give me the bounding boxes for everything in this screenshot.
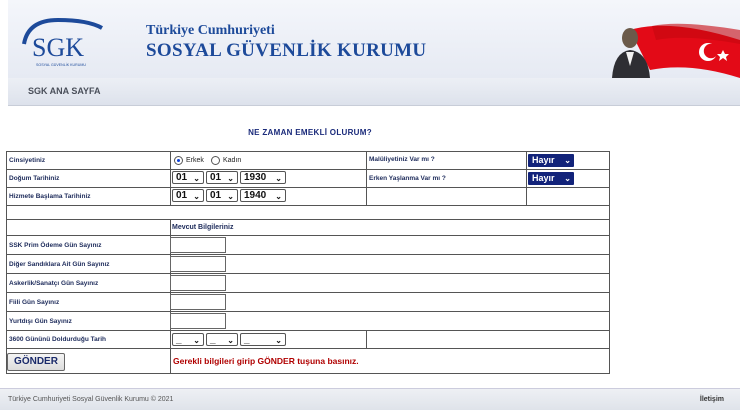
birth-year-select[interactable]: 1930 ⌄ xyxy=(240,171,286,184)
field-label: Yurtdışı Gün Sayınız xyxy=(9,318,72,325)
completion-year-value: _ xyxy=(244,334,250,345)
cell xyxy=(170,311,610,330)
portrait-and-flag-banner xyxy=(612,23,740,78)
cell xyxy=(6,219,170,235)
gender-label: Cinsiyetiniz xyxy=(9,157,46,164)
brand-country: Türkiye Cumhuriyeti xyxy=(146,23,275,38)
chevron-down-icon: ⌄ xyxy=(275,336,282,345)
ssk-premium-days-input[interactable] xyxy=(170,237,226,253)
completion-month-value: _ xyxy=(210,334,216,345)
start-month-select[interactable]: 01 ⌄ xyxy=(206,189,238,202)
service-start-label: Hizmete Başlama Tarihiniz xyxy=(9,193,91,200)
completion-day-value: _ xyxy=(176,334,182,345)
completion-month-select[interactable]: _ ⌄ xyxy=(206,333,238,346)
cell xyxy=(170,292,610,311)
start-day-select[interactable]: 01 ⌄ xyxy=(172,189,204,202)
chevron-down-icon: ⌄ xyxy=(564,156,571,165)
footer-contact-link[interactable]: İletişim xyxy=(700,396,724,403)
chevron-down-icon: ⌄ xyxy=(227,192,234,201)
birth-month-select[interactable]: 01 ⌄ xyxy=(206,171,238,184)
actual-days-input[interactable] xyxy=(170,294,226,310)
section-header: Mevcut Bilgileriniz xyxy=(172,224,234,231)
nav-home-link[interactable]: SGK ANA SAYFA xyxy=(28,86,101,96)
early-aging-label: Erken Yaşlanma Var mı ? xyxy=(369,175,446,182)
gender-male-label: Erkek xyxy=(186,157,204,164)
cell xyxy=(170,254,610,273)
chevron-down-icon: ⌄ xyxy=(275,174,282,183)
chevron-down-icon: ⌄ xyxy=(193,336,200,345)
cell xyxy=(170,273,610,292)
cell xyxy=(526,187,610,205)
other-funds-days-input[interactable] xyxy=(170,256,226,272)
gender-male-radio[interactable] xyxy=(174,156,183,165)
birth-day-value: 01 xyxy=(176,172,188,183)
cell xyxy=(170,219,610,235)
brand-institution: SOSYAL GÜVENLİK KURUMU xyxy=(146,40,427,61)
completion-year-select[interactable]: _ ⌄ xyxy=(240,333,286,346)
sgk-logo[interactable]: SGK SOSYAL GÜVENLİK KURUMU xyxy=(18,14,128,70)
footer-copyright: Türkiye Cumhuriyeti Sosyal Güvenlik Kuru… xyxy=(8,396,174,403)
disability-select[interactable]: Hayır ⌄ xyxy=(528,154,574,167)
chevron-down-icon: ⌄ xyxy=(193,192,200,201)
form-title: NE ZAMAN EMEKLİ OLURUM? xyxy=(248,128,372,137)
top-nav: SGK ANA SAYFA xyxy=(8,78,740,106)
cell xyxy=(366,187,526,205)
gender-female-label: Kadın xyxy=(223,157,242,164)
disability-label: Malüliyetiniz Var mı ? xyxy=(369,156,435,163)
completion-day-select[interactable]: _ ⌄ xyxy=(172,333,204,346)
field-label: SSK Prim Ödeme Gün Sayınız xyxy=(9,242,102,249)
start-year-value: 1940 xyxy=(244,190,267,201)
site-header: SGK SOSYAL GÜVENLİK KURUMU Türkiye Cumhu… xyxy=(8,0,740,78)
chevron-down-icon: ⌄ xyxy=(275,192,282,201)
logo-text: SGK xyxy=(32,33,84,62)
field-label: Diğer Sandıklara Ait Gün Sayınız xyxy=(9,261,110,268)
birth-day-select[interactable]: 01 ⌄ xyxy=(172,171,204,184)
early-aging-value: Hayır xyxy=(532,173,555,183)
early-aging-select[interactable]: Hayır ⌄ xyxy=(528,172,574,185)
cell xyxy=(6,205,610,219)
cell xyxy=(366,330,610,348)
logo-subtext: SOSYAL GÜVENLİK KURUMU xyxy=(36,62,86,67)
birth-year-value: 1930 xyxy=(244,172,267,183)
abroad-days-input[interactable] xyxy=(170,313,226,329)
start-year-select[interactable]: 1940 ⌄ xyxy=(240,189,286,202)
chevron-down-icon: ⌄ xyxy=(564,174,571,183)
site-footer: Türkiye Cumhuriyeti Sosyal Güvenlik Kuru… xyxy=(0,388,740,410)
submit-button[interactable]: GÖNDER xyxy=(7,353,65,371)
gender-female-radio[interactable] xyxy=(211,156,220,165)
instruction-text: Gerekli bilgileri girip GÖNDER tuşuna ba… xyxy=(173,356,359,366)
start-month-value: 01 xyxy=(210,190,222,201)
birth-date-label: Doğum Tarihiniz xyxy=(9,175,60,182)
cell xyxy=(170,235,610,254)
field-label: Askerlik/Sanatçı Gün Sayınız xyxy=(9,280,99,287)
chevron-down-icon: ⌄ xyxy=(227,336,234,345)
military-artist-days-input[interactable] xyxy=(170,275,226,291)
chevron-down-icon: ⌄ xyxy=(227,174,234,183)
birth-month-value: 01 xyxy=(210,172,222,183)
completion-date-label: 3600 Gününü Doldurduğu Tarih xyxy=(9,336,107,343)
chevron-down-icon: ⌄ xyxy=(193,174,200,183)
disability-value: Hayır xyxy=(532,155,555,165)
field-label: Fiili Gün Sayınız xyxy=(9,299,60,306)
retirement-form: Cinsiyetiniz Doğum Tarihiniz Hizmete Baş… xyxy=(6,151,610,374)
start-day-value: 01 xyxy=(176,190,188,201)
